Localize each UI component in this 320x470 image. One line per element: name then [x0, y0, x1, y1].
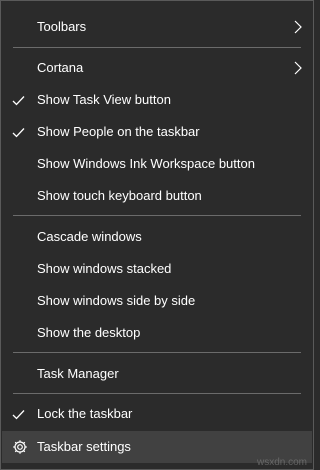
menu-item-label: Cortana	[37, 60, 84, 75]
menu-item-cortana[interactable]: Cortana	[2, 52, 312, 84]
menu-item-label: Task Manager	[37, 366, 119, 381]
checkmark-icon	[12, 96, 25, 106]
menu-separator	[13, 352, 301, 353]
menu-item-label: Toolbars	[37, 19, 87, 34]
menu-item-toolbars[interactable]: Toolbars	[2, 11, 312, 43]
menu-item-label: Show People on the taskbar	[37, 124, 200, 139]
menu-item-show-windows-ink-workspace[interactable]: Show Windows Ink Workspace button	[2, 148, 312, 180]
menu-item-label: Show Task View button	[37, 92, 171, 107]
menu-separator	[13, 47, 301, 48]
menu-item-label: Lock the taskbar	[37, 406, 133, 421]
menu-item-label: Show touch keyboard button	[37, 188, 202, 203]
menu-item-show-touch-keyboard[interactable]: Show touch keyboard button	[2, 180, 312, 212]
menu-item-label: Show windows stacked	[37, 261, 172, 276]
chevron-right-icon	[294, 20, 302, 34]
chevron-right-icon	[294, 61, 302, 75]
menu-item-label: Show Windows Ink Workspace button	[37, 156, 255, 171]
menu-item-show-people[interactable]: Show People on the taskbar	[2, 116, 312, 148]
menu-item-show-the-desktop[interactable]: Show the desktop	[2, 317, 312, 349]
menu-item-label: Show windows side by side	[37, 293, 196, 308]
menu-item-lock-the-taskbar[interactable]: Lock the taskbar	[2, 398, 312, 430]
gear-icon	[13, 440, 27, 454]
checkmark-icon	[12, 128, 25, 138]
menu-separator	[13, 215, 301, 216]
menu-item-label: Taskbar settings	[37, 439, 131, 454]
menu-item-cascade-windows[interactable]: Cascade windows	[2, 221, 312, 253]
menu-item-show-windows-stacked[interactable]: Show windows stacked	[2, 253, 312, 285]
menu-item-label: Show the desktop	[37, 325, 141, 340]
menu-item-task-manager[interactable]: Task Manager	[2, 358, 312, 390]
checkmark-icon	[12, 410, 25, 420]
menu-item-show-windows-side-by-side[interactable]: Show windows side by side	[2, 285, 312, 317]
menu-item-label: Cascade windows	[37, 229, 142, 244]
menu-item-show-task-view-button[interactable]: Show Task View button	[2, 84, 312, 116]
taskbar-context-menu: Toolbars Cortana Show Task View button S…	[0, 0, 314, 470]
watermark: wsxdn.com	[256, 457, 307, 468]
menu-separator	[13, 393, 301, 394]
